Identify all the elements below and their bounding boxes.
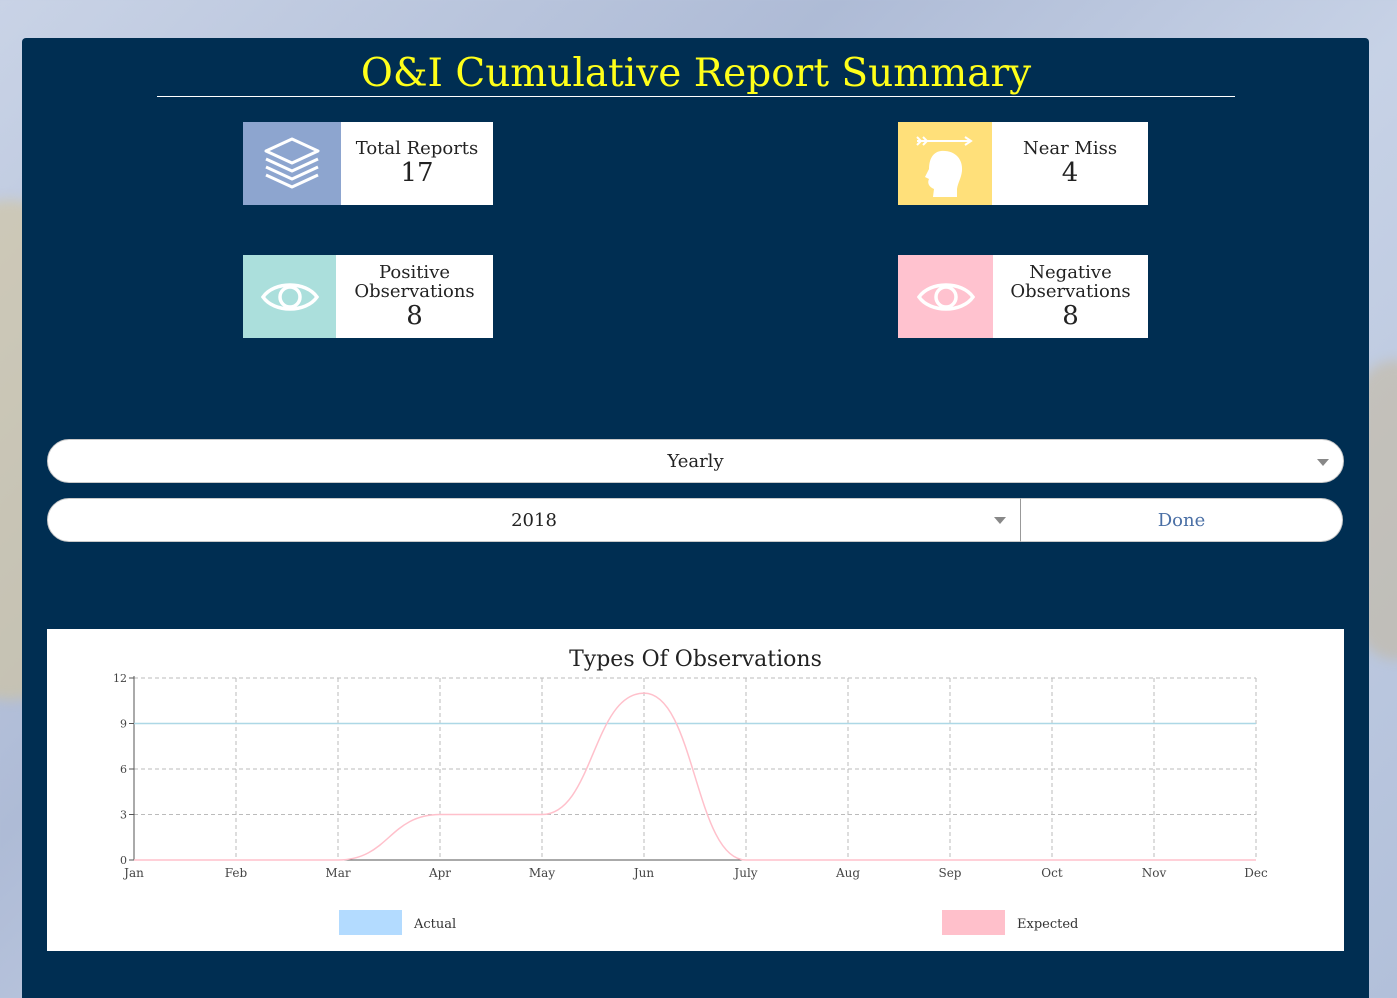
observations-chart: Types Of Observations 0 3 6 9 12 Jan Feb Mar Apr… [47,629,1344,951]
eye-icon [898,255,993,338]
legend-swatch-expected [942,910,1005,935]
card-value: 8 [406,300,423,331]
x-tick-label: Dec [1244,866,1268,880]
done-button[interactable]: Done [1020,498,1343,542]
page-title: O&I Cumulative Report Summary [157,52,1235,97]
x-tick-label: Feb [225,866,248,880]
legend-swatch-actual [339,910,402,935]
x-tick-label: Oct [1041,866,1063,880]
report-panel: O&I Cumulative Report Summary Total Repo… [22,38,1369,998]
x-tick-label: Mar [325,866,350,880]
head-arrows-icon [898,122,992,205]
total-reports-card: Total Reports 17 [243,122,493,205]
x-tick-label: Apr [428,866,451,880]
x-tick-label: Jan [122,866,144,880]
chevron-down-icon [1317,459,1329,466]
stack-layers-icon [243,122,341,205]
eye-icon [243,255,336,338]
period-select-value: Yearly [667,450,724,472]
x-tick-label: Nov [1142,866,1167,880]
legend-label-expected: Expected [1017,917,1078,932]
card-label: Negative Observations [1010,261,1131,302]
x-tick-label: May [529,866,555,880]
y-tick-label: 9 [120,718,127,731]
chart-svg: 036912Jan Feb Mar Apr May Jun July Aug Sep Oct Nov… [113,672,1268,935]
x-tick-label: Sep [938,866,961,880]
card-label: Total Reports [355,138,479,159]
positive-observations-card: Positive Observations 8 [243,255,493,338]
card-value: 4 [1061,158,1079,188]
series-line-expected [134,692,1256,861]
chevron-down-icon [994,517,1006,524]
negative-observations-card: Negative Observations 8 [898,255,1148,338]
legend-label-actual: Actual [413,917,456,932]
year-select[interactable]: 2018 [47,498,1021,542]
card-value: 8 [1062,300,1079,331]
x-tick-label: Aug [835,866,860,880]
x-tick-label: Jun [632,866,655,880]
y-tick-label: 6 [120,763,127,776]
card-value: 17 [400,158,434,188]
card-label: Near Miss [1022,138,1118,159]
near-miss-card: Near Miss 4 [898,122,1148,205]
period-select[interactable]: Yearly [47,439,1344,483]
y-tick-label: 12 [113,672,127,685]
x-tick-label: July [732,866,757,880]
year-select-value: 2018 [511,509,557,531]
card-label: Positive Observations [354,261,475,302]
y-tick-label: 3 [120,809,127,822]
